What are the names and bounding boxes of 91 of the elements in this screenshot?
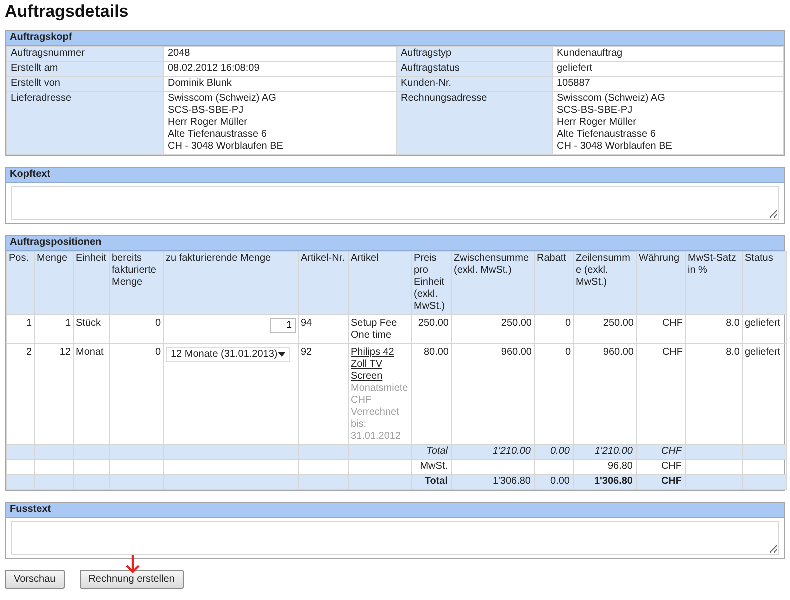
table-cell: 1'210.00 bbox=[492, 446, 531, 457]
table-cell: 8.0 bbox=[726, 347, 740, 358]
field-value: Herr Roger Müller bbox=[168, 117, 248, 129]
column-header: Status bbox=[745, 253, 774, 264]
preview-button[interactable]: Vorschau bbox=[5, 570, 65, 589]
table-cell: 1'306.80 bbox=[594, 476, 633, 487]
field-value: Alte Tiefenaustrasse 6 bbox=[168, 129, 268, 141]
field-value: Swisscom (Schweiz) AG bbox=[168, 93, 278, 105]
caret-icon bbox=[278, 352, 285, 357]
table-cell: 960.00 bbox=[501, 347, 532, 358]
field-label: Auftragstatus bbox=[401, 63, 460, 74]
article-note: Monatsmiete CHF Verrechnet bis: 31.01.2012 bbox=[351, 383, 409, 443]
table-cell: 0.00 bbox=[550, 476, 570, 487]
field-label: Erstellt von bbox=[11, 78, 60, 89]
column-header: Rabatt bbox=[537, 253, 566, 264]
field-value: Kundenauftrag bbox=[557, 48, 624, 60]
table-cell: Stück bbox=[76, 318, 102, 329]
field-value: CH - 3048 Worblaufen BE bbox=[168, 141, 284, 153]
field-value: geliefert bbox=[557, 63, 594, 75]
column-header: Menge bbox=[37, 253, 68, 264]
field-value: CH - 3048 Worblaufen BE bbox=[557, 141, 674, 153]
arrow-icon bbox=[126, 554, 140, 574]
table-cell: 960.00 bbox=[603, 347, 634, 358]
text-area[interactable] bbox=[11, 521, 779, 555]
table-cell: geliefert bbox=[745, 318, 781, 329]
table-cell: Setup Fee One time bbox=[351, 318, 398, 341]
table-cell: 1 bbox=[26, 318, 32, 329]
field-value: SCS-BS-SBE-PJ bbox=[557, 105, 634, 117]
table-cell: 1 bbox=[65, 318, 71, 329]
table-cell: 250.00 bbox=[603, 318, 634, 329]
article-link[interactable]: Philips 42 Zoll TV Screen bbox=[351, 347, 409, 383]
table-cell: Monat bbox=[76, 347, 104, 358]
column-header: Artikel bbox=[351, 253, 379, 264]
field-label: Lieferadresse bbox=[11, 93, 72, 104]
column-header: Einheit bbox=[76, 253, 107, 264]
table-cell: 250.00 bbox=[418, 318, 449, 329]
table-cell: 0 bbox=[565, 318, 571, 329]
field-label: Erstellt am bbox=[11, 63, 58, 74]
field-value: Swisscom (Schweiz) AG bbox=[557, 93, 666, 105]
table-cell: CHF bbox=[661, 446, 682, 457]
field-value: 105887 bbox=[557, 78, 592, 90]
table-cell: 12 bbox=[60, 347, 71, 358]
table-cell: 8.0 bbox=[726, 318, 740, 329]
table-cell: Total bbox=[424, 476, 448, 487]
section-title: Fusstext bbox=[6, 503, 784, 518]
table-cell: Total bbox=[426, 446, 448, 457]
table-cell: 80.00 bbox=[424, 347, 449, 358]
table-cell: 92 bbox=[301, 347, 312, 358]
field-label: Kunden-Nr. bbox=[401, 78, 452, 89]
table-cell: 0 bbox=[565, 347, 571, 358]
table-cell: geliefert bbox=[745, 347, 781, 358]
field-label: Auftragsnummer bbox=[11, 48, 85, 59]
table-cell: 96.80 bbox=[608, 461, 633, 472]
table-cell: 250.00 bbox=[501, 318, 532, 329]
field-label: Auftragstyp bbox=[401, 48, 452, 59]
table-cell: 0 bbox=[155, 347, 161, 358]
table-cell: 0 bbox=[155, 318, 161, 329]
text-area[interactable] bbox=[11, 186, 779, 220]
field-label: Rechnungsadresse bbox=[401, 93, 488, 104]
column-header: bereits fakturierte Menge bbox=[112, 253, 156, 288]
section-title: Kopftext bbox=[6, 168, 784, 183]
table-cell: 1'306.80 bbox=[492, 476, 531, 487]
field-value: Alte Tiefenaustrasse 6 bbox=[557, 129, 657, 141]
create-invoice-button[interactable]: Rechnung erstellen bbox=[80, 570, 184, 589]
table-cell: MwSt. bbox=[420, 461, 448, 472]
table-cell: 94 bbox=[301, 318, 312, 329]
section-title: Auftragskopf bbox=[6, 31, 784, 46]
table-cell: 0.00 bbox=[550, 446, 570, 457]
table-cell: CHF bbox=[661, 476, 682, 487]
page-title: Auftragsdetails bbox=[5, 1, 130, 23]
table-cell: 2 bbox=[26, 347, 32, 358]
table-cell: CHF bbox=[662, 318, 683, 329]
field-value: Dominik Blunk bbox=[168, 78, 233, 90]
column-header: Zeilensumme (exkl. MwSt.) bbox=[576, 253, 630, 288]
column-header: MwSt-Satz in % bbox=[688, 253, 736, 276]
column-header: Pos. bbox=[9, 253, 30, 264]
field-value: 2048 bbox=[168, 48, 192, 60]
section-title: Auftragspositionen bbox=[6, 236, 784, 251]
dropdown[interactable]: 12 Monate (31.01.2013) bbox=[166, 347, 290, 362]
table-cell: CHF bbox=[661, 461, 682, 472]
column-header: Preis pro Einheit (exkl. MwSt.) bbox=[414, 253, 446, 312]
column-header: Währung bbox=[639, 253, 680, 264]
column-header: zu fakturierende Menge bbox=[166, 253, 272, 264]
quantity-field[interactable]: 1 bbox=[270, 318, 296, 333]
field-value: 08.02.2012 16:08:09 bbox=[168, 63, 261, 75]
column-header: Artikel-Nr. bbox=[301, 253, 345, 264]
field-value: SCS-BS-SBE-PJ bbox=[168, 105, 245, 117]
column-header: Zwischensumme (exkl. MwSt.) bbox=[454, 253, 530, 276]
field-value: Herr Roger Müller bbox=[557, 117, 638, 129]
table-cell: 1'210.00 bbox=[594, 446, 633, 457]
table-cell: CHF bbox=[662, 347, 683, 358]
